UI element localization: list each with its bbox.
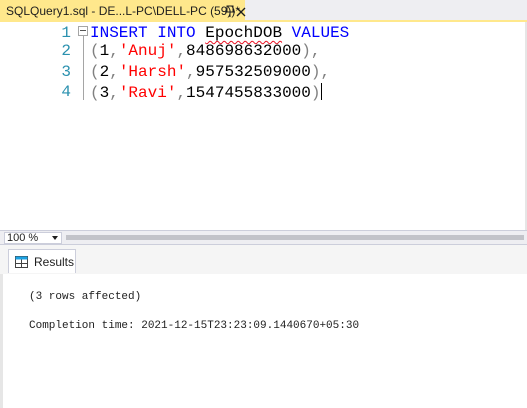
value-name: 'Harsh' [118, 63, 187, 81]
dropdown-arrow-icon[interactable] [52, 236, 58, 240]
value-epoch: 848698632000 [186, 42, 302, 60]
editor-status-bar: 100 % [0, 230, 527, 244]
sql-editor[interactable]: 1 2 3 4 INSERT INTO EpochDOB VALUES (1,'… [0, 22, 527, 230]
comma: , [109, 42, 119, 60]
line-number: 3 [61, 63, 71, 81]
comma: , [176, 84, 187, 102]
comma: , [186, 63, 196, 81]
line-number: 2 [61, 42, 71, 60]
paren: ), [301, 42, 321, 60]
results-pane: Results (3 rows affected) Completion tim… [0, 244, 527, 408]
value-name: 'Ravi' [118, 84, 177, 102]
paren: ( [90, 63, 100, 81]
paren: ( [90, 42, 100, 60]
value-name: 'Anuj' [118, 42, 177, 60]
horizontal-scrollbar[interactable] [66, 235, 524, 240]
document-tab-strip: SQLQuery1.sql - DE...L-PC\DELL-PC (59))* [0, 0, 527, 22]
value-epoch: 957532509000 [195, 63, 311, 81]
keyword: INSERT [90, 24, 148, 42]
pane-border [0, 274, 3, 408]
code-line-4: (3,'Ravi',1547455833000) [90, 83, 323, 102]
line-number-gutter: 1 2 3 4 [0, 22, 74, 230]
code-line-1: INSERT INTO EpochDOB VALUES [90, 24, 349, 42]
keyword: INTO [157, 24, 196, 42]
code-line-2: (1,'Anuj',848698632000), [90, 42, 320, 60]
value-id: 3 [99, 84, 110, 102]
zoom-value: 100 % [7, 232, 39, 244]
results-tab-label: Results [34, 254, 75, 269]
rows-affected-message: (3 rows affected) [29, 291, 142, 303]
document-tab-title: SQLQuery1.sql - DE...L-PC\DELL-PC (59))* [6, 4, 241, 18]
results-tab-bar: Results [0, 245, 527, 274]
document-tab[interactable]: SQLQuery1.sql - DE...L-PC\DELL-PC (59))* [0, 0, 245, 22]
fold-guide [83, 30, 84, 100]
grid-icon [15, 255, 28, 268]
comma: , [176, 42, 187, 60]
value-epoch: 1547455833000 [186, 84, 311, 102]
paren: ( [90, 84, 100, 102]
text-caret [321, 83, 323, 100]
value-id: 2 [99, 63, 110, 81]
code-line-3: (2,'Harsh',957532509000), [90, 63, 330, 81]
line-number: 1 [61, 24, 71, 42]
close-icon[interactable] [235, 4, 247, 18]
zoom-dropdown[interactable]: 100 % [4, 232, 62, 244]
tab-results[interactable]: Results [8, 249, 76, 273]
line-number: 4 [61, 83, 71, 101]
comma: , [109, 63, 119, 81]
completion-time-message: Completion time: 2021-12-15T23:23:09.144… [29, 320, 360, 332]
collapse-icon[interactable] [78, 26, 88, 36]
paren: ), [310, 63, 331, 81]
table-name: EpochDOB [205, 24, 283, 42]
keyword: VALUES [291, 24, 350, 42]
paren: ) [310, 84, 321, 102]
value-id: 1 [99, 42, 110, 60]
comma: , [109, 84, 119, 102]
